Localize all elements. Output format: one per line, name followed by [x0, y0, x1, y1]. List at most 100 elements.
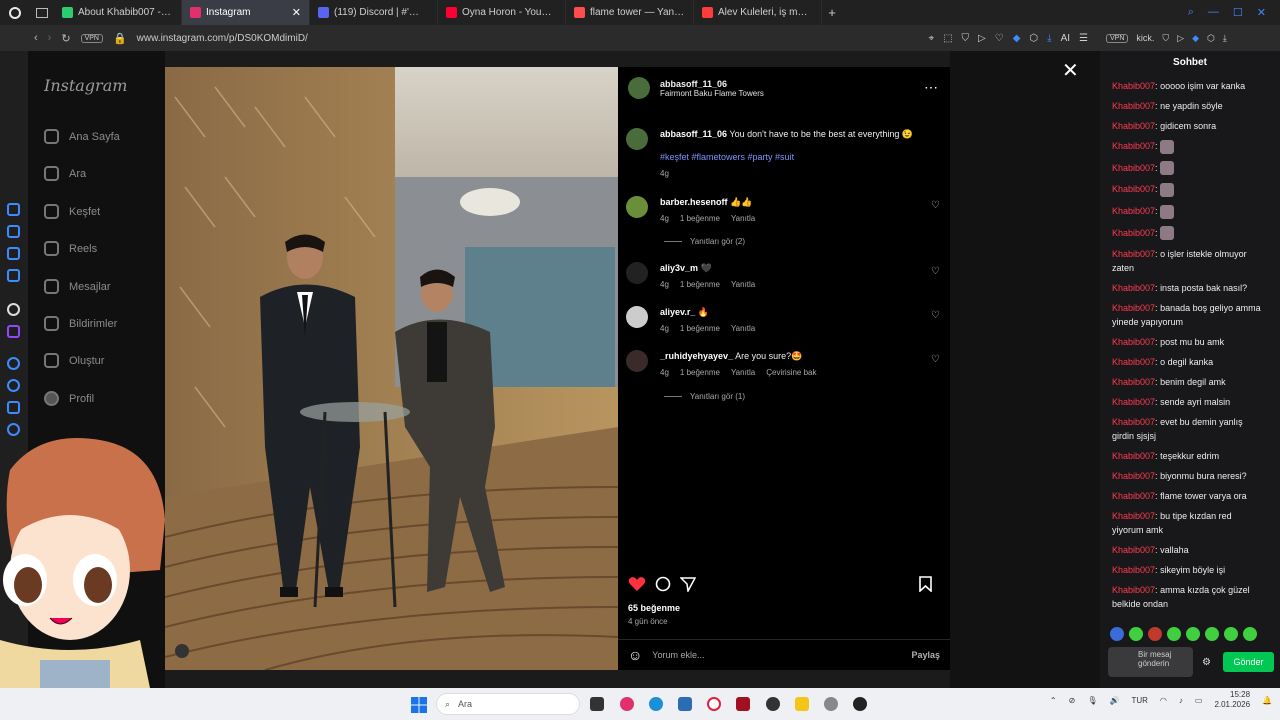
side-puzzle-icon[interactable]: ⬡ — [1207, 33, 1215, 44]
play-icon[interactable]: ▷ — [978, 33, 986, 44]
screenshot-icon[interactable]: ⬚ — [943, 33, 952, 44]
nav-item-5[interactable]: Bildirimler — [44, 316, 117, 331]
avatar[interactable] — [628, 77, 650, 99]
vpn-badge[interactable]: VPN — [80, 33, 103, 43]
view-replies-button[interactable]: Yanıtları gör (1) — [664, 392, 745, 401]
address-bar[interactable]: www.instagram.com/p/DS0KOMdimiD/ — [137, 33, 308, 44]
modal-backdrop[interactable] — [950, 51, 1100, 688]
comment-avatar[interactable] — [626, 262, 648, 284]
side-download-icon[interactable]: ⤓ — [1223, 33, 1227, 44]
download-icon[interactable]: ⤓ — [1047, 33, 1051, 44]
chat-username[interactable]: Khabib007 — [1112, 121, 1155, 131]
chatgpt-taskbar-icon[interactable] — [824, 697, 838, 711]
see-translation-button[interactable]: Çevirisine bak — [766, 366, 816, 379]
tab-1[interactable]: Instagram ✕ — [182, 0, 310, 25]
side-extension-icon[interactable]: ◆ — [1192, 33, 1199, 44]
likes-count[interactable]: 65 beğenme — [628, 603, 680, 613]
chat-username[interactable]: Khabib007 — [1112, 141, 1155, 151]
save-bookmark-icon[interactable] — [919, 576, 932, 592]
network-icon[interactable]: ⊘ — [1069, 696, 1076, 705]
emote-7[interactable] — [1224, 627, 1238, 641]
battery-icon[interactable]: ▭ — [1195, 696, 1203, 705]
side-shield-icon[interactable]: ⛉ — [1162, 33, 1169, 44]
app-icon-v[interactable] — [736, 697, 750, 711]
chat-settings-icon[interactable]: ⚙ — [1202, 657, 1211, 668]
tab-3[interactable]: Oyna Horon - YouTube — [438, 0, 566, 25]
new-tab-button[interactable]: + — [822, 5, 842, 20]
tab-close-icon[interactable]: ✕ — [292, 6, 301, 19]
comment-likes[interactable]: 1 beğenme — [680, 322, 720, 335]
sidebar-refresh-icon[interactable] — [7, 203, 20, 216]
reply-button[interactable]: Yanıtla — [731, 278, 755, 291]
edge-icon[interactable] — [649, 697, 663, 711]
reload-icon[interactable]: ↻ — [61, 32, 70, 45]
nav-item-3[interactable]: Reels — [44, 241, 97, 256]
emote-1[interactable] — [1110, 627, 1124, 641]
tab-menu-icon[interactable] — [30, 7, 54, 18]
nav-item-7[interactable]: Profil — [44, 391, 94, 406]
tab-0[interactable]: About Khabib007 - Watch — [54, 0, 182, 25]
sidebar-chatgpt-icon[interactable] — [7, 303, 20, 316]
sidebar-opera-icon[interactable] — [7, 357, 20, 370]
wifi-icon[interactable]: ◠ — [1160, 696, 1167, 705]
sidebar-history-icon[interactable] — [7, 379, 20, 392]
chat-input[interactable]: Bir mesaj gönderin — [1108, 647, 1193, 677]
chat-username[interactable]: Khabib007 — [1112, 377, 1155, 387]
post-image[interactable] — [165, 67, 618, 670]
sidebar-aria-icon[interactable] — [7, 225, 20, 238]
chat-username[interactable]: Khabib007 — [1112, 337, 1155, 347]
reply-button[interactable]: Yanıtla — [731, 366, 755, 379]
nav-item-2[interactable]: Keşfet — [44, 204, 100, 219]
speaker-icon[interactable]: ♪ — [1179, 696, 1183, 705]
chat-username[interactable]: Khabib007 — [1112, 228, 1155, 238]
tab-5[interactable]: Alev Kuleleri, iş merkezi, P — [694, 0, 822, 25]
comment-likes[interactable]: 1 beğenme — [680, 212, 720, 225]
maximize-button[interactable]: ☐ — [1233, 6, 1243, 19]
language-indicator[interactable]: TUR — [1131, 696, 1147, 705]
sidebar-messenger-icon[interactable] — [7, 269, 20, 282]
forward-icon[interactable]: › — [48, 32, 52, 44]
chat-username[interactable]: Khabib007 — [1112, 206, 1155, 216]
steam-icon[interactable] — [766, 697, 780, 711]
clock[interactable]: 15:28 2.01.2026 — [1214, 690, 1250, 710]
windows-start-icon[interactable] — [411, 697, 427, 713]
caption-hashtags[interactable]: #keşfet #flametowers #party #suit — [660, 151, 913, 164]
comment-avatar[interactable] — [626, 350, 648, 372]
view-replies-button[interactable]: Yanıtları gör (2) — [664, 237, 745, 246]
emote-6[interactable] — [1205, 627, 1219, 641]
volume-icon[interactable]: 🔊 — [1109, 696, 1119, 705]
pin-icon[interactable]: ⌖ — [928, 33, 934, 44]
sidebar-wallet-icon[interactable] — [7, 247, 20, 260]
minimize-button[interactable]: — — [1208, 6, 1219, 19]
comment-like-icon[interactable]: ♡ — [931, 354, 940, 365]
emote-5[interactable] — [1186, 627, 1200, 641]
chat-username[interactable]: Khabib007 — [1112, 451, 1155, 461]
store-icon[interactable] — [678, 697, 692, 711]
nav-item-0[interactable]: Ana Sayfa — [44, 129, 120, 144]
like-heart-icon[interactable] — [628, 576, 646, 592]
tray-overflow-icon[interactable]: ⌃ — [1050, 696, 1057, 705]
chat-username[interactable]: Khabib007 — [1112, 511, 1155, 521]
comment-username[interactable]: _ruhidyehyayev_ — [660, 351, 733, 361]
more-options-icon[interactable]: ⋯ — [924, 79, 938, 96]
side-vpn-badge[interactable]: VPN — [1106, 33, 1129, 43]
comment-like-icon[interactable]: ♡ — [931, 200, 940, 211]
comment-likes[interactable]: 1 beğenme — [680, 366, 720, 379]
taskbar-search[interactable]: ⌕ Ara — [436, 693, 580, 715]
post-comment-button[interactable]: Paylaş — [911, 650, 940, 660]
search-tabs-icon[interactable]: ⌕ — [1188, 6, 1194, 19]
extension-icon[interactable]: ◆ — [1013, 33, 1021, 44]
tagged-user-icon[interactable] — [175, 644, 189, 658]
opera-logo-icon[interactable] — [0, 6, 30, 20]
caption-username[interactable]: abbasoff_11_06 — [660, 129, 727, 139]
tab-2[interactable]: (119) Discord | #'💬 iyazı — [310, 0, 438, 25]
chat-username[interactable]: Khabib007 — [1112, 249, 1155, 259]
sidebar-twitch-icon[interactable] — [7, 325, 20, 338]
emote-8[interactable] — [1243, 627, 1257, 641]
tab-4[interactable]: flame tower — Yandex: 38 — [566, 0, 694, 25]
app-icon-help[interactable] — [853, 697, 867, 711]
emoji-icon[interactable]: ☺ — [628, 647, 642, 663]
comment-input[interactable]: Yorum ekle... — [652, 650, 901, 660]
chat-username[interactable]: Khabib007 — [1112, 357, 1155, 367]
sidebar-send-icon[interactable] — [7, 401, 20, 414]
